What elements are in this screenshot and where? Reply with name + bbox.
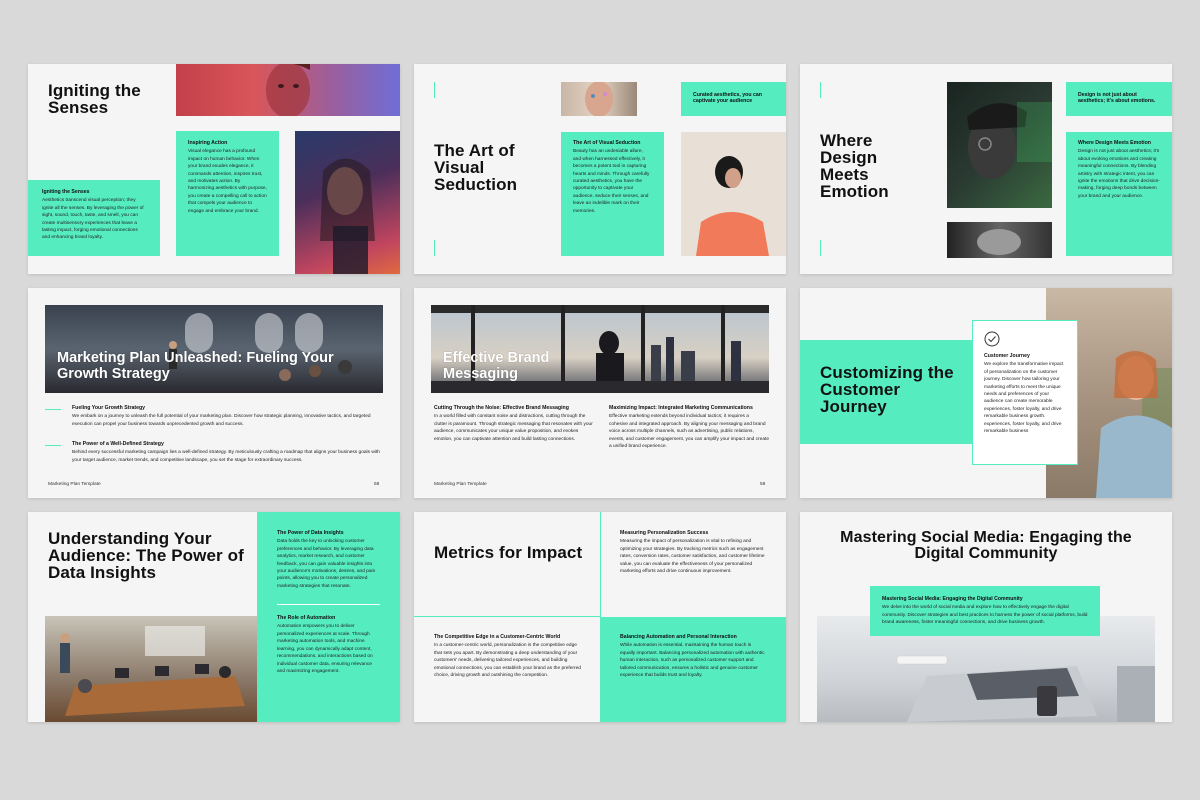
- accent-line: [45, 445, 61, 446]
- photo-city-window: Effective Brand Messaging: [431, 305, 769, 393]
- section-heading: Measuring Personalization Success: [620, 530, 709, 536]
- face-illustration: [977, 229, 1021, 255]
- section-strategy: The Power of a Well-Defined Strategy Beh…: [72, 441, 382, 464]
- box-text: Aesthetics transcend visual perception; …: [42, 198, 144, 241]
- portrait-illustration: [696, 156, 769, 256]
- grid-line-horizontal: [414, 616, 600, 617]
- page-number: 58: [374, 482, 380, 487]
- info-column: The Power of Data Insights Data holds th…: [257, 512, 400, 722]
- box-text: We explore the transformative impact of …: [984, 362, 1064, 435]
- info-box-igniting: Igniting the Senses Aesthetics transcend…: [28, 180, 160, 256]
- tag-text: Curated aesthetics, you can captivate yo…: [693, 92, 762, 105]
- box-heading: The Power of Data Insights: [277, 530, 344, 536]
- slide-art-of-visual-seduction[interactable]: The Art of Visual Seduction Curated aest…: [414, 64, 786, 274]
- check-circle-icon: [984, 331, 1000, 347]
- page-number: 59: [760, 482, 766, 487]
- box-heading: Balancing Automation and Personal Intera…: [620, 634, 737, 640]
- section-cutting-noise: Cutting Through the Noise: Effective Bra…: [434, 405, 594, 443]
- tag-text: Design is not just about aesthetics; it'…: [1078, 92, 1156, 105]
- box-text: While automation is essential, maintaini…: [620, 643, 765, 678]
- slide-marketing-plan-unleashed[interactable]: Marketing Plan Unleashed: Fueling Your G…: [28, 288, 400, 498]
- slide-title: Igniting the Senses: [48, 81, 141, 117]
- photo-man-glasses: [947, 82, 1052, 208]
- footer-label: Marketing Plan Template: [434, 482, 487, 487]
- accent-line: [434, 82, 435, 98]
- section-text: In a world filled with constant noise an…: [434, 414, 593, 442]
- box-heading: Inspiring Action: [188, 140, 228, 146]
- info-box-balancing: Balancing Automation and Personal Intera…: [600, 617, 786, 722]
- box-text: Data holds the key to unlocking customer…: [277, 539, 376, 589]
- box-heading: The Role of Automation: [277, 615, 336, 622]
- box-heading: Where Design Meets Emotion: [1078, 140, 1151, 146]
- section-text: Measuring the impact of personalization …: [620, 539, 765, 574]
- info-box-customer-journey: Customer Journey We explore the transfor…: [972, 320, 1078, 465]
- face-illustration: [585, 82, 613, 116]
- slide-mastering-social-media[interactable]: Mastering Social Media: Engaging the Dig…: [800, 512, 1172, 722]
- office-illustration: [60, 626, 245, 716]
- photo-woman-bw: [947, 222, 1052, 258]
- slide-title: Customizing the Customer Journey: [820, 363, 954, 416]
- info-box-social-media: Mastering Social Media: Engaging the Dig…: [870, 586, 1100, 636]
- accent-line: [820, 240, 821, 256]
- info-box-inspiring-action: Inspiring Action Visual elegance has a p…: [176, 131, 279, 256]
- section-growth: Fueling Your Growth Strategy We embark o…: [72, 405, 382, 428]
- slide-metrics-for-impact[interactable]: Metrics for Impact Measuring Personaliza…: [414, 512, 786, 722]
- accent-line: [434, 240, 435, 256]
- portrait-illustration: [967, 102, 1052, 179]
- slide-igniting-the-senses[interactable]: Igniting the Senses Inspiring Action Vis…: [28, 64, 400, 274]
- slide-where-design-meets-emotion[interactable]: Where Design Meets Emotion Design is not…: [800, 64, 1172, 274]
- slide-effective-brand-messaging[interactable]: Effective Brand Messaging Cutting Throug…: [414, 288, 786, 498]
- info-box-visual-seduction: The Art of Visual Seduction Beauty has a…: [561, 132, 664, 256]
- section-text: Behind every successful marketing campai…: [72, 450, 380, 463]
- box-text: Automation empowers you to deliver perso…: [277, 624, 373, 674]
- box-text: Beauty has an undeniable allure, and whe…: [573, 149, 650, 214]
- face-illustration: [266, 64, 310, 116]
- slide-understanding-audience[interactable]: Understanding Your Audience: The Power o…: [28, 512, 400, 722]
- box-text: Design is not just about aesthetics; it'…: [1078, 149, 1160, 199]
- info-box-design-emotion: Where Design Meets Emotion Design is not…: [1066, 132, 1172, 256]
- photo-woman-coral-dress: [681, 132, 786, 256]
- footer-label: Marketing Plan Template: [48, 482, 101, 487]
- slide-title: Understanding Your Audience: The Power o…: [48, 529, 244, 582]
- section-maximizing-impact: Maximizing Impact: Integrated Marketing …: [609, 405, 769, 450]
- tag-box: Curated aesthetics, you can captivate yo…: [681, 82, 786, 116]
- section-heading: Maximizing Impact: Integrated Marketing …: [609, 405, 753, 411]
- photo-woman-red-light: [176, 64, 400, 116]
- slide-title: The Art of Visual Seduction: [434, 141, 518, 194]
- overlay-title: Marketing Plan Unleashed: Fueling Your G…: [57, 350, 334, 382]
- slide-title: Where Design Meets Emotion: [820, 131, 889, 201]
- tag-box: Design is not just about aesthetics; it'…: [1066, 82, 1172, 116]
- section-heading: The Competitive Edge in a Customer-Centr…: [434, 634, 561, 640]
- section-heading: Cutting Through the Noise: Effective Bra…: [434, 405, 569, 411]
- portrait-illustration: [320, 158, 375, 274]
- section-heading: The Power of a Well-Defined Strategy: [72, 441, 164, 447]
- box-text: We delve into the world of social media …: [882, 605, 1088, 626]
- photo-woman-neon: [295, 131, 400, 274]
- accent-line: [820, 82, 821, 98]
- section-text: We embark on a journey to unleash the fu…: [72, 414, 371, 427]
- slide-customizing-customer-journey[interactable]: Customizing the Customer Journey Custome…: [800, 288, 1172, 498]
- divider: [277, 604, 380, 606]
- box-text: Visual elegance has a profound impact on…: [188, 149, 267, 214]
- photo-office-meeting: [45, 616, 257, 722]
- slide-title: Mastering Social Media: Engaging the Dig…: [840, 529, 1132, 562]
- accent-line: [45, 409, 61, 410]
- box-heading: Mastering Social Media: Engaging the Dig…: [882, 596, 1023, 602]
- grid-line-vertical: [600, 512, 601, 617]
- box-heading: The Art of Visual Seduction: [573, 140, 641, 146]
- photo-woman-glitter: [561, 82, 637, 116]
- section-measuring: Measuring Personalization Success Measur…: [620, 530, 770, 575]
- slide-title: Metrics for Impact: [434, 543, 583, 562]
- box-heading: Igniting the Senses: [42, 189, 90, 195]
- box-heading: Customer Journey: [984, 353, 1030, 359]
- section-heading: Fueling Your Growth Strategy: [72, 405, 146, 411]
- title-band: Customizing the Customer Journey: [800, 340, 972, 444]
- section-text: In a customer-centric world, personaliza…: [434, 643, 581, 678]
- section-competitive-edge: The Competitive Edge in a Customer-Centr…: [434, 634, 584, 679]
- photo-meeting-room: Marketing Plan Unleashed: Fueling Your G…: [45, 305, 383, 393]
- overlay-title: Effective Brand Messaging: [443, 350, 550, 382]
- section-text: Effective marketing extends beyond indiv…: [609, 414, 769, 449]
